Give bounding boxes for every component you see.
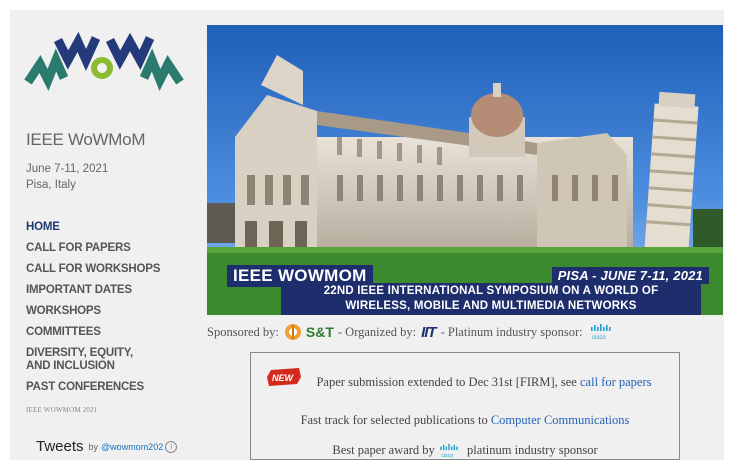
call-for-papers-link[interactable]: call for papers — [580, 375, 652, 389]
sponsors-bar: Sponsored by: S&T - Organized by: IIT - … — [207, 320, 723, 344]
sidebar-footer-note: IEEE WOWMOM 2021 — [26, 406, 98, 414]
tweets-handle-link[interactable]: @wowmom202 — [101, 442, 163, 452]
nav-item-call-for-papers[interactable]: CALL FOR PAPERS — [26, 242, 196, 255]
tweets-title: Tweets — [36, 438, 84, 455]
svg-text:cisco: cisco — [441, 453, 453, 459]
news-fast-track-text: Fast track for selected publications to — [300, 413, 488, 427]
main-nav: HOME CALL FOR PAPERS CALL FOR WORKSHOPS … — [26, 221, 196, 402]
news-item-best-paper: Best paper award by cisco platinum indus… — [251, 443, 679, 459]
wowmom-logo[interactable] — [24, 30, 184, 110]
st-logo[interactable]: S&T — [306, 324, 334, 340]
sponsored-by-label: Sponsored by: — [207, 324, 279, 339]
organized-by-label: - Organized by: — [337, 324, 417, 339]
site-location: Pisa, Italy — [26, 179, 76, 191]
computer-communications-link[interactable]: Computer Communications — [491, 413, 630, 427]
nav-item-committees[interactable]: COMMITTEES — [26, 326, 196, 339]
svg-text:cisco: cisco — [592, 335, 606, 341]
news-box: NEW Paper submission extended to Dec 31s… — [250, 352, 680, 460]
nav-item-call-for-workshops[interactable]: CALL FOR WORKSHOPS — [26, 263, 196, 276]
ieee-comsoc-logo-icon[interactable] — [284, 323, 302, 341]
banner-subtitle-line1: 22ND IEEE INTERNATIONAL SYMPOSIUM ON A W… — [323, 285, 659, 297]
site-date: June 7-11, 2021 — [26, 163, 109, 175]
banner-subtitle: 22ND IEEE INTERNATIONAL SYMPOSIUM ON A W… — [281, 283, 701, 315]
news-best-paper-suffix: platinum industry sponsor — [467, 443, 598, 457]
banner-dates: PISA - JUNE 7-11, 2021 — [551, 267, 709, 284]
site-title: IEEE WoWMoM — [26, 130, 146, 149]
nav-item-home[interactable]: HOME — [26, 221, 196, 234]
nav-item-past-conferences[interactable]: PAST CONFERENCES — [26, 381, 196, 394]
nav-item-diversity[interactable]: DIVERSITY, EQUITY, AND INCLUSION — [26, 347, 156, 373]
news-deadline-text: Paper submission extended to Dec 31st [F… — [316, 375, 577, 389]
tweets-widget-header: Tweets by @wowmom202 i — [36, 438, 178, 455]
nav-item-workshops[interactable]: WORKSHOPS — [26, 305, 196, 318]
page: IEEE WoWMoM June 7-11, 2021 Pisa, Italy … — [10, 10, 724, 460]
news-best-paper-text: Best paper award by — [332, 443, 435, 457]
tweets-by-label: by — [88, 441, 99, 452]
platinum-sponsor-label: - Platinum industry sponsor: — [440, 324, 583, 339]
hero-banner: IEEE WOWMOM PISA - JUNE 7-11, 2021 22ND … — [207, 25, 723, 315]
news-item-fast-track: Fast track for selected publications to … — [251, 413, 679, 428]
cisco-logo-icon[interactable]: cisco — [589, 323, 617, 341]
cisco-logo-icon: cisco — [440, 444, 458, 459]
info-icon[interactable]: i — [165, 440, 178, 453]
iit-logo[interactable]: IIT — [421, 324, 436, 341]
site-date-location: June 7-11, 2021 Pisa, Italy — [26, 161, 108, 193]
nav-item-important-dates[interactable]: IMPORTANT DATES — [26, 284, 196, 297]
sidebar: IEEE WoWMoM June 7-11, 2021 Pisa, Italy … — [10, 10, 200, 460]
news-item-deadline: Paper submission extended to Dec 31st [F… — [251, 375, 679, 390]
banner-subtitle-line2: WIRELESS, MOBILE AND MULTIMEDIA NETWORKS — [345, 300, 637, 312]
